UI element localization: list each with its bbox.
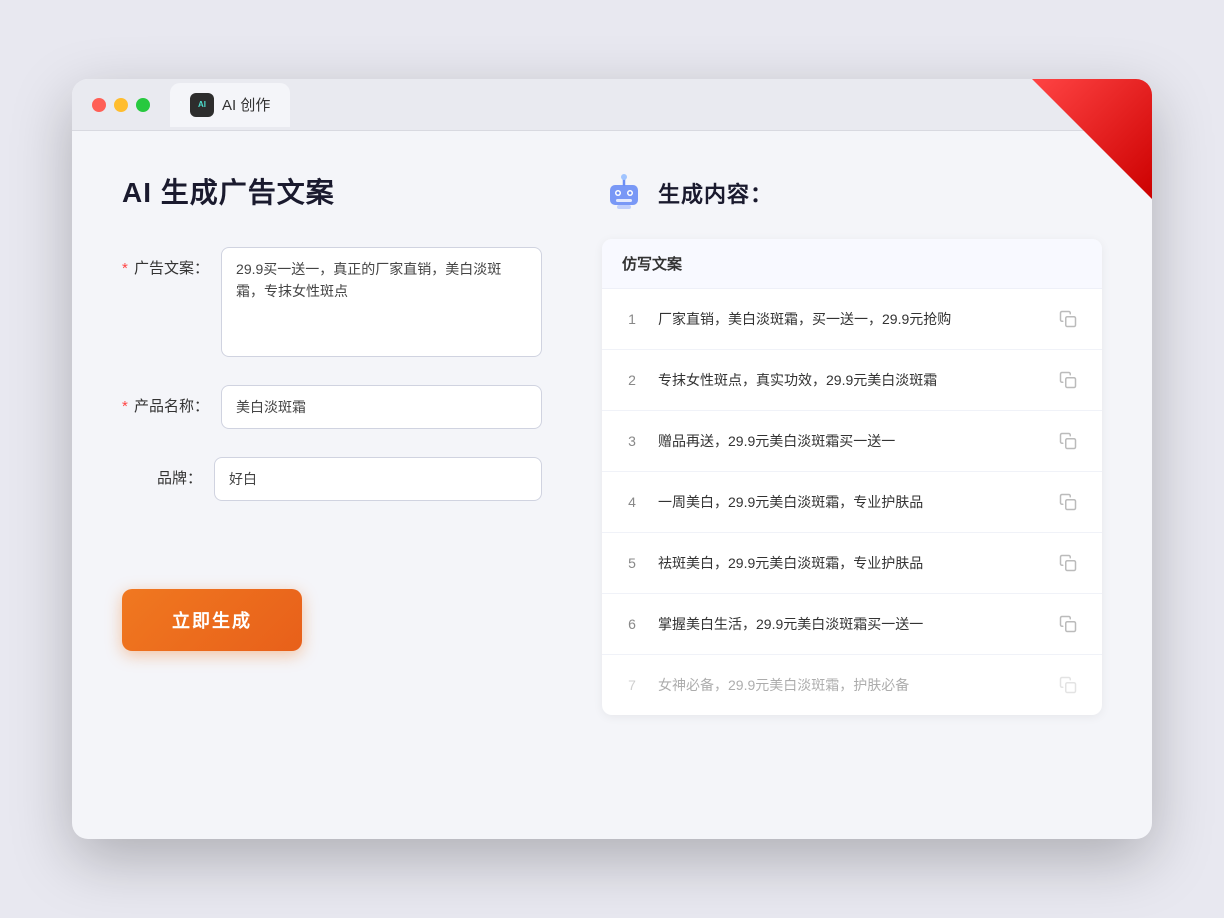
ad-copy-required-star: * xyxy=(122,260,128,277)
row-text: 专抹女性斑点，真实功效，29.9元美白淡斑霜 xyxy=(658,370,1038,391)
brand-label: 品牌： xyxy=(122,457,202,488)
copy-icon[interactable] xyxy=(1054,427,1082,455)
table-row: 7 女神必备，29.9元美白淡斑霜，护肤必备 xyxy=(602,655,1102,715)
table-row: 6 掌握美白生活，29.9元美白淡斑霜买一送一 xyxy=(602,594,1102,655)
copy-icon[interactable] xyxy=(1054,549,1082,577)
row-number: 3 xyxy=(622,433,642,449)
table-row: 3 赠品再送，29.9元美白淡斑霜买一送一 xyxy=(602,411,1102,472)
table-header: 仿写文案 xyxy=(602,239,1102,289)
ad-copy-group: * 广告文案： xyxy=(122,247,542,357)
row-text: 祛斑美白，29.9元美白淡斑霜，专业护肤品 xyxy=(658,553,1038,574)
corner-decoration xyxy=(1032,79,1152,199)
row-number: 2 xyxy=(622,372,642,388)
row-text: 一周美白，29.9元美白淡斑霜，专业护肤品 xyxy=(658,492,1038,513)
row-text: 厂家直销，美白淡斑霜，买一送一，29.9元抢购 xyxy=(658,309,1038,330)
browser-titlebar: AI 创作 xyxy=(72,79,1152,131)
row-number: 5 xyxy=(622,555,642,571)
table-row: 2 专抹女性斑点，真实功效，29.9元美白淡斑霜 xyxy=(602,350,1102,411)
traffic-lights xyxy=(92,98,150,112)
ad-copy-input[interactable] xyxy=(221,247,542,357)
product-name-input[interactable] xyxy=(221,385,542,429)
row-number: 4 xyxy=(622,494,642,510)
result-title: 生成内容： xyxy=(658,177,773,209)
brand-group: 品牌： xyxy=(122,457,542,501)
ai-tab[interactable]: AI 创作 xyxy=(170,83,290,127)
ai-tab-icon xyxy=(190,93,214,117)
table-row: 4 一周美白，29.9元美白淡斑霜，专业护肤品 xyxy=(602,472,1102,533)
generate-button[interactable]: 立即生成 xyxy=(122,589,302,651)
maximize-button[interactable] xyxy=(136,98,150,112)
table-row: 5 祛斑美白，29.9元美白淡斑霜，专业护肤品 xyxy=(602,533,1102,594)
copy-icon[interactable] xyxy=(1054,610,1082,638)
row-text: 掌握美白生活，29.9元美白淡斑霜买一送一 xyxy=(658,614,1038,635)
copy-icon[interactable] xyxy=(1054,671,1082,699)
row-number: 6 xyxy=(622,616,642,632)
minimize-button[interactable] xyxy=(114,98,128,112)
row-text: 女神必备，29.9元美白淡斑霜，护肤必备 xyxy=(658,675,1038,696)
table-row: 1 厂家直销，美白淡斑霜，买一送一，29.9元抢购 xyxy=(602,289,1102,350)
main-content: AI 生成广告文案 * 广告文案： * 产品名称： 品牌： xyxy=(72,131,1152,755)
robot-icon xyxy=(602,171,646,215)
results-rows: 1 厂家直销，美白淡斑霜，买一送一，29.9元抢购 2 专抹女性斑点，真实功效，… xyxy=(602,289,1102,715)
results-table: 仿写文案 1 厂家直销，美白淡斑霜，买一送一，29.9元抢购 2 专抹女性斑点，… xyxy=(602,239,1102,715)
copy-icon[interactable] xyxy=(1054,305,1082,333)
close-button[interactable] xyxy=(92,98,106,112)
result-header: 生成内容： xyxy=(602,171,1102,215)
product-name-required-star: * xyxy=(122,398,128,415)
browser-window: AI 创作 AI 生成广告文案 * 广告文案： * 产品名称： xyxy=(72,79,1152,839)
brand-input[interactable] xyxy=(214,457,542,501)
copy-icon[interactable] xyxy=(1054,488,1082,516)
page-title: AI 生成广告文案 xyxy=(122,171,542,211)
row-text: 赠品再送，29.9元美白淡斑霜买一送一 xyxy=(658,431,1038,452)
product-name-group: * 产品名称： xyxy=(122,385,542,429)
tab-label: AI 创作 xyxy=(222,94,270,115)
right-panel: 生成内容： 仿写文案 1 厂家直销，美白淡斑霜，买一送一，29.9元抢购 2 专… xyxy=(602,171,1102,715)
row-number: 7 xyxy=(622,677,642,693)
left-panel: AI 生成广告文案 * 广告文案： * 产品名称： 品牌： xyxy=(122,171,542,715)
row-number: 1 xyxy=(622,311,642,327)
product-name-label: * 产品名称： xyxy=(122,385,209,416)
ad-copy-label: * 广告文案： xyxy=(122,247,209,278)
copy-icon[interactable] xyxy=(1054,366,1082,394)
